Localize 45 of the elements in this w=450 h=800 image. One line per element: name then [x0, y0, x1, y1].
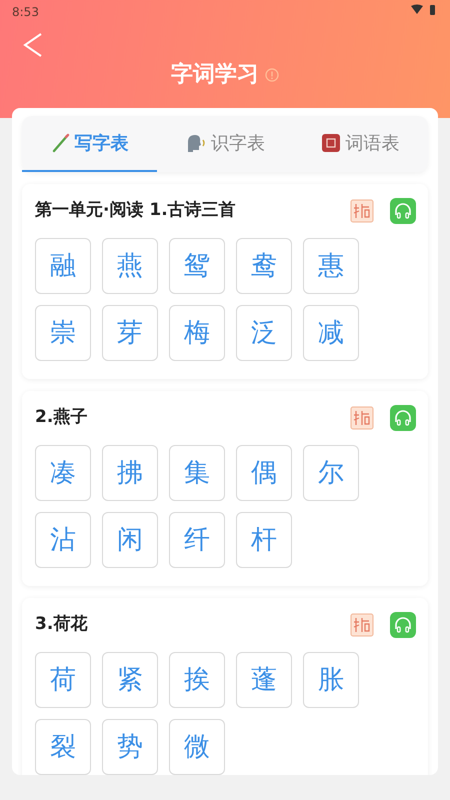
character-tile[interactable]: 紧 — [102, 652, 158, 708]
character-tile[interactable]: 尔 — [303, 445, 359, 501]
character-tile[interactable]: 芽 — [102, 305, 158, 361]
tab[interactable]: 词语表 — [292, 116, 428, 172]
page-title: 字词学习 — [171, 60, 259, 89]
character-tile[interactable]: 纤 — [169, 512, 225, 568]
tab[interactable]: 写字表 — [22, 116, 158, 172]
character-tile[interactable]: 闲 — [102, 512, 158, 568]
character-tile[interactable]: 裂 — [35, 719, 91, 775]
lesson-title: 3.荷花 — [35, 613, 88, 636]
copybook-icon[interactable] — [350, 199, 374, 223]
copybook-icon[interactable] — [350, 613, 374, 637]
status-icons — [410, 4, 438, 16]
character-tile[interactable]: 杆 — [236, 512, 292, 568]
character-tile[interactable]: 泛 — [236, 305, 292, 361]
character-tile[interactable]: 微 — [169, 719, 225, 775]
copybook-icon[interactable] — [350, 406, 374, 430]
character-tile[interactable]: 融 — [35, 238, 91, 294]
character-tile[interactable]: 减 — [303, 305, 359, 361]
character-tile[interactable]: 惠 — [303, 238, 359, 294]
character-tile[interactable]: 鸯 — [236, 238, 292, 294]
character-tile[interactable]: 鸳 — [169, 238, 225, 294]
character-tile[interactable]: 胀 — [303, 652, 359, 708]
headphones-icon[interactable] — [390, 198, 416, 224]
info-icon[interactable] — [265, 68, 279, 82]
character-tile[interactable]: 集 — [169, 445, 225, 501]
headphones-icon[interactable] — [390, 405, 416, 431]
character-tile[interactable]: 蓬 — [236, 652, 292, 708]
character-tile[interactable]: 燕 — [102, 238, 158, 294]
book-icon — [321, 133, 342, 153]
character-tile[interactable]: 偶 — [236, 445, 292, 501]
tab[interactable]: 识字表 — [157, 116, 293, 172]
character-tile[interactable]: 梅 — [169, 305, 225, 361]
character-tile[interactable]: 凑 — [35, 445, 91, 501]
headphones-icon[interactable] — [390, 612, 416, 638]
lesson-title: 第一单元·阅读 1.古诗三首 — [35, 199, 236, 222]
character-tile[interactable]: 拂 — [102, 445, 158, 501]
character-tile[interactable]: 沾 — [35, 512, 91, 568]
character-tile[interactable]: 崇 — [35, 305, 91, 361]
character-tile[interactable]: 势 — [102, 719, 158, 775]
status-time: 8:53 — [12, 4, 39, 21]
character-tile[interactable]: 荷 — [35, 652, 91, 708]
character-tile[interactable]: 挨 — [169, 652, 225, 708]
lesson-title: 2.燕子 — [35, 406, 88, 430]
pencil-icon — [50, 133, 71, 153]
